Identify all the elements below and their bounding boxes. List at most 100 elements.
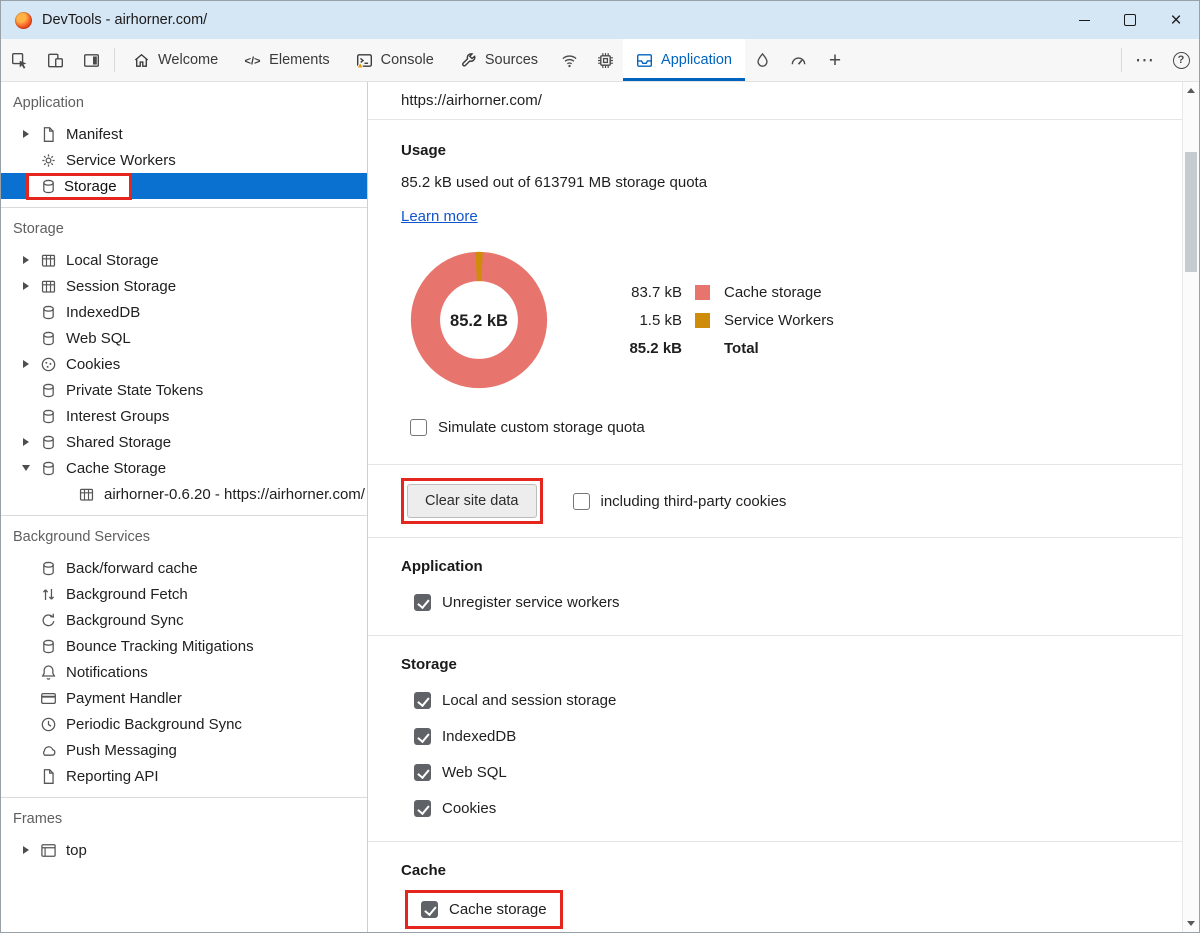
cpu-throttling-button[interactable] bbox=[587, 39, 623, 81]
table-icon bbox=[78, 486, 95, 503]
sidebar-item-service-workers[interactable]: Service Workers bbox=[1, 147, 367, 173]
sidebar-item-cache-storage[interactable]: Cache Storage bbox=[1, 455, 367, 481]
storage-jar-icon bbox=[40, 638, 57, 655]
toolbar-separator bbox=[114, 48, 115, 72]
sidebar-item-periodic-background-sync[interactable]: Periodic Background Sync bbox=[1, 711, 367, 737]
inspect-button[interactable] bbox=[1, 39, 37, 81]
unregister-service-workers-checkbox-row[interactable]: Unregister service workers bbox=[414, 594, 1158, 611]
sidebar-item-reporting-api[interactable]: Reporting API bbox=[1, 763, 367, 789]
maximize-icon bbox=[1124, 14, 1136, 26]
performance-button[interactable] bbox=[781, 39, 817, 81]
sidebar-item-local-storage[interactable]: Local Storage bbox=[1, 247, 367, 273]
sidebar-item-web-sql[interactable]: Web SQL bbox=[1, 325, 367, 351]
sidebar-item-storage[interactable]: Storage bbox=[1, 173, 367, 199]
sidebar-item-label: Web SQL bbox=[66, 330, 131, 347]
third-party-cookies-checkbox[interactable] bbox=[573, 493, 590, 510]
maximize-button[interactable] bbox=[1107, 1, 1153, 39]
local-session-storage-checkbox-row[interactable]: Local and session storage bbox=[414, 692, 1158, 709]
clear-site-data-button[interactable]: Clear site data bbox=[407, 484, 537, 518]
minimize-button[interactable] bbox=[1061, 1, 1107, 39]
vertical-scrollbar[interactable] bbox=[1182, 82, 1199, 932]
collapse-arrow-icon[interactable] bbox=[19, 455, 33, 481]
network-conditions-button[interactable] bbox=[551, 39, 587, 81]
sidebar-item-cookies[interactable]: Cookies bbox=[1, 351, 367, 377]
annotation-highlight-clear-button: Clear site data bbox=[401, 478, 543, 524]
sidebar-item-private-state-tokens[interactable]: Private State Tokens bbox=[1, 377, 367, 403]
legend-value: 83.7 kB bbox=[610, 284, 682, 301]
tab-sources[interactable]: Sources bbox=[447, 39, 551, 81]
sidebar-item-back-forward-cache[interactable]: Back/forward cache bbox=[1, 555, 367, 581]
indent-spacer bbox=[19, 581, 33, 607]
simulate-quota-checkbox[interactable] bbox=[410, 419, 427, 436]
sidebar-item-background-fetch[interactable]: Background Fetch bbox=[1, 581, 367, 607]
tab-application[interactable]: Application bbox=[623, 39, 745, 81]
device-emulation-button[interactable] bbox=[37, 39, 73, 81]
expand-arrow-icon[interactable] bbox=[19, 429, 33, 455]
cookie-icon bbox=[40, 356, 57, 373]
sidebar-item-manifest[interactable]: Manifest bbox=[1, 121, 367, 147]
devtools-window: DevTools - airhorner.com/ × Welcome Elem… bbox=[0, 0, 1200, 933]
close-button[interactable]: × bbox=[1153, 1, 1199, 39]
cookies-checkbox[interactable] bbox=[414, 800, 431, 817]
scroll-up-arrow[interactable] bbox=[1183, 82, 1199, 99]
sidebar-item-airhorner-cache[interactable]: airhorner-0.6.20 - https://airhorner.com… bbox=[1, 481, 367, 507]
indexeddb-checkbox[interactable] bbox=[414, 728, 431, 745]
more-tabs-button[interactable]: + bbox=[817, 39, 853, 81]
sidebar-item-interest-groups[interactable]: Interest Groups bbox=[1, 403, 367, 429]
sidebar-item-background-sync[interactable]: Background Sync bbox=[1, 607, 367, 633]
application-panel-sidebar: Application Manifest Service Workers Sto… bbox=[1, 82, 368, 932]
sidebar-item-label: Push Messaging bbox=[66, 742, 177, 759]
sidebar-item-label: Payment Handler bbox=[66, 690, 182, 707]
dock-side-button[interactable] bbox=[73, 39, 109, 81]
legend-total-value: 85.2 kB bbox=[610, 340, 682, 357]
web-sql-checkbox-row[interactable]: Web SQL bbox=[414, 764, 1158, 781]
more-options-button[interactable]: ⋯ bbox=[1127, 39, 1163, 81]
learn-more-link[interactable]: Learn more bbox=[401, 208, 478, 225]
expand-arrow-icon[interactable] bbox=[19, 121, 33, 147]
usage-summary: 85.2 kB used out of 613791 MB storage qu… bbox=[401, 174, 1158, 191]
sidebar-item-label: Storage bbox=[64, 178, 117, 195]
expand-arrow-icon[interactable] bbox=[19, 351, 33, 377]
bell-icon bbox=[40, 664, 57, 681]
indexeddb-checkbox-row[interactable]: IndexedDB bbox=[414, 728, 1158, 745]
help-icon: ? bbox=[1173, 52, 1190, 69]
web-sql-checkbox[interactable] bbox=[414, 764, 431, 781]
tab-elements[interactable]: Elements bbox=[231, 39, 342, 81]
scroll-down-arrow[interactable] bbox=[1183, 915, 1199, 932]
local-session-storage-checkbox[interactable] bbox=[414, 692, 431, 709]
storage-jar-icon bbox=[40, 382, 57, 399]
sidebar-item-bounce-tracking-mitigations[interactable]: Bounce Tracking Mitigations bbox=[1, 633, 367, 659]
indent-spacer bbox=[19, 377, 33, 403]
sidebar-item-indexeddb[interactable]: IndexedDB bbox=[1, 299, 367, 325]
window-title: DevTools - airhorner.com/ bbox=[42, 12, 207, 28]
checkbox-label: including third-party cookies bbox=[601, 493, 787, 510]
sidebar-item-shared-storage[interactable]: Shared Storage bbox=[1, 429, 367, 455]
third-party-cookies-checkbox-row[interactable]: including third-party cookies bbox=[573, 493, 787, 510]
rendering-button[interactable] bbox=[745, 39, 781, 81]
expand-arrow-icon[interactable] bbox=[19, 837, 33, 863]
cookies-checkbox-row[interactable]: Cookies bbox=[414, 800, 1158, 817]
usage-heading: Usage bbox=[401, 142, 1158, 159]
sidebar-item-label: Periodic Background Sync bbox=[66, 716, 242, 733]
sidebar-item-top-frame[interactable]: top bbox=[1, 837, 367, 863]
sidebar-item-notifications[interactable]: Notifications bbox=[1, 659, 367, 685]
help-button[interactable]: ? bbox=[1163, 39, 1199, 81]
tab-console[interactable]: Console bbox=[343, 39, 447, 81]
unregister-service-workers-checkbox[interactable] bbox=[414, 594, 431, 611]
tab-welcome[interactable]: Welcome bbox=[120, 39, 231, 81]
sidebar-item-label: Interest Groups bbox=[66, 408, 169, 425]
title-bar: DevTools - airhorner.com/ × bbox=[1, 1, 1199, 39]
sidebar-item-session-storage[interactable]: Session Storage bbox=[1, 273, 367, 299]
cache-storage-checkbox[interactable] bbox=[421, 901, 438, 918]
expand-arrow-icon[interactable] bbox=[19, 247, 33, 273]
cpu-chip-icon bbox=[597, 52, 614, 69]
storage-jar-icon bbox=[40, 304, 57, 321]
expand-arrow-icon[interactable] bbox=[19, 273, 33, 299]
legend-label: Cache storage bbox=[724, 284, 834, 301]
section-header: Frames bbox=[1, 798, 367, 837]
sidebar-item-payment-handler[interactable]: Payment Handler bbox=[1, 685, 367, 711]
scrollbar-thumb[interactable] bbox=[1185, 152, 1197, 272]
simulate-quota-checkbox-row[interactable]: Simulate custom storage quota bbox=[410, 419, 1158, 436]
tab-label: Application bbox=[661, 52, 732, 68]
sidebar-item-push-messaging[interactable]: Push Messaging bbox=[1, 737, 367, 763]
